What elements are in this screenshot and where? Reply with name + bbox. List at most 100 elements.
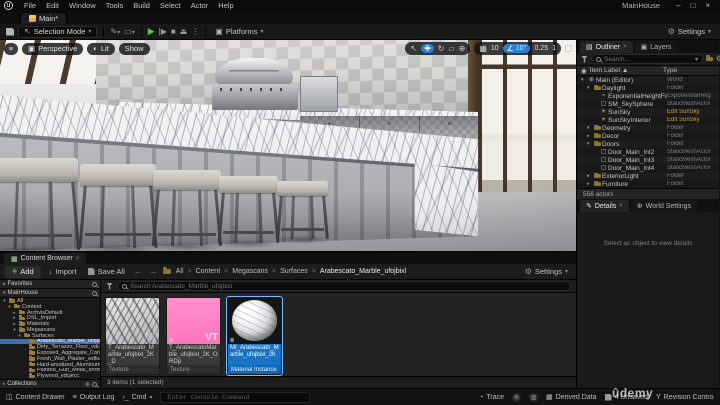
select-tool-icon[interactable]: ↖ <box>410 44 417 53</box>
camera-speed-value[interactable]: 1 <box>552 45 556 52</box>
expand-arrow-icon[interactable]: ▾ <box>587 125 593 131</box>
perspective-dropdown[interactable]: ▣ Perspective <box>22 43 83 55</box>
asset-search-input[interactable] <box>130 283 566 290</box>
maximize-icon[interactable]: □ <box>690 1 695 10</box>
expand-arrow-icon[interactable]: ▾ <box>17 333 22 339</box>
menu-window[interactable]: Window <box>64 1 101 10</box>
view-mode-dropdown[interactable]: ◐ Lit <box>87 43 114 55</box>
move-tool-icon[interactable]: ✚ <box>421 44 434 53</box>
trace-channels-icon[interactable]: ▥ <box>529 393 538 402</box>
menu-tools[interactable]: Tools <box>101 1 129 10</box>
import-button[interactable]: ↓ Import <box>46 267 80 276</box>
breadcrumb-item[interactable]: Surfaces <box>280 268 308 275</box>
breadcrumb-item[interactable]: Megascans <box>232 268 268 275</box>
scale-tool-icon[interactable]: ▱ <box>448 44 454 53</box>
outliner-row[interactable]: ExponentialHeightFogExponentialHeig <box>577 92 719 100</box>
add-button[interactable]: + Add <box>5 266 41 278</box>
expand-arrow-icon[interactable]: ▾ <box>587 141 593 147</box>
level-tab-main[interactable]: Main* <box>20 12 67 24</box>
grid-snap-value[interactable]: 10 <box>491 45 499 52</box>
console-command-input[interactable] <box>165 393 305 402</box>
outliner-search-box[interactable]: ▾ <box>591 54 703 64</box>
stop-button[interactable]: ■ <box>171 27 176 36</box>
save-all-button[interactable]: Save All <box>85 267 128 276</box>
forward-icon[interactable]: → <box>148 267 158 276</box>
close-icon[interactable]: × <box>76 256 80 262</box>
tab-details[interactable]: ✎ Details × <box>580 200 629 212</box>
search-icon[interactable] <box>92 282 97 287</box>
rotation-snap-toggle[interactable]: ∠10° <box>503 44 531 53</box>
outliner-row[interactable]: ▾Main (Editor)World <box>577 76 719 84</box>
viewport-menu-icon[interactable]: ≡ <box>4 43 18 55</box>
expand-arrow-icon[interactable]: ▸ <box>587 133 593 139</box>
derived-data-button[interactable]: ▦ Derived Data <box>546 393 596 401</box>
asset-tile[interactable]: VTT_ArabescatoMarble_ufojbixl_2K_ORDpTex… <box>166 297 221 375</box>
cb-settings-dropdown[interactable]: ⚙ Settings ▾ <box>522 267 571 276</box>
save-icon[interactable] <box>6 28 14 36</box>
favorites-header[interactable]: ▸ Favorites <box>0 280 100 289</box>
revision-control-button[interactable]: Y Revision Control <box>656 394 714 401</box>
rotate-tool-icon[interactable]: ↻ <box>438 44 445 53</box>
asset-search-box[interactable] <box>117 281 571 291</box>
tab-layers[interactable]: ▣ Layers <box>635 41 678 53</box>
outliner-row[interactable]: Door_Main_Int2StaticMeshActor <box>577 148 719 156</box>
grid-snap-icon[interactable]: ▦ <box>479 44 487 53</box>
settings-dropdown[interactable]: ⚙ Settings ▾ <box>665 27 714 36</box>
close-icon[interactable]: × <box>623 44 627 50</box>
cinematics-dropdown[interactable]: ▭▾ <box>124 27 135 36</box>
frame-skip-button[interactable]: |▶ <box>159 27 167 36</box>
maximize-viewport-icon[interactable] <box>565 45 572 52</box>
add-collection-icon[interactable]: ⊕ <box>85 381 90 388</box>
unreal-logo-icon[interactable]: u <box>4 1 13 10</box>
selection-mode-dropdown[interactable]: ↖ Selection Mode ▾ <box>18 26 97 38</box>
back-icon[interactable]: ← <box>133 267 143 276</box>
menu-build[interactable]: Build <box>128 1 155 10</box>
outliner-row[interactable]: ▸FurnitureFolder <box>577 180 719 188</box>
search-icon[interactable] <box>92 382 97 387</box>
menu-edit[interactable]: Edit <box>41 1 64 10</box>
minimize-icon[interactable]: – <box>676 1 680 10</box>
show-dropdown[interactable]: Show <box>119 43 150 55</box>
content-browser-tab[interactable]: ▦ Content Browser × <box>4 253 86 264</box>
expand-arrow-icon[interactable]: ▾ <box>587 85 593 91</box>
new-folder-icon[interactable] <box>706 57 713 61</box>
outliner-row[interactable]: Door_Main_Int3StaticMeshActor <box>577 156 719 164</box>
collections-header[interactable]: ▸ Collections ⊕ <box>0 379 100 388</box>
trace-status-icon[interactable]: ⊕ <box>512 393 521 402</box>
breadcrumb-item[interactable]: Arabescato_Marble_ufojbixl <box>320 268 406 275</box>
outliner-row[interactable]: ▾GeometryFolder <box>577 124 719 132</box>
menu-file[interactable]: File <box>19 1 41 10</box>
outliner-search-input[interactable] <box>604 56 692 63</box>
filter-icon[interactable] <box>106 283 113 290</box>
item-label-column[interactable]: Item Label ▲ <box>590 67 660 74</box>
outliner-item-type[interactable]: Edit SunSky <box>667 117 719 123</box>
expand-arrow-icon[interactable]: ▸ <box>587 173 593 179</box>
filter-icon[interactable] <box>581 56 588 63</box>
outliner-row[interactable]: Door_Main_Int4StaticMeshActor <box>577 164 719 172</box>
outliner-item-type[interactable]: Edit SunSky <box>667 109 719 115</box>
level-viewport[interactable]: ≡ ▣ Perspective ◐ Lit Show ↖ <box>0 40 576 251</box>
menu-actor[interactable]: Actor <box>186 1 214 10</box>
asset-tile[interactable]: MI_Arabescato_Marble_ufojbixl_2KMaterial… <box>227 297 282 375</box>
breadcrumb-item[interactable]: Content <box>196 268 221 275</box>
asset-tile[interactable]: VTT_Arabescato_Marble_ufojbixl_2K_DTextu… <box>105 297 160 375</box>
play-button[interactable]: ▶ <box>148 26 155 37</box>
type-column[interactable]: Type <box>663 67 715 74</box>
close-icon[interactable]: × <box>705 1 710 10</box>
console-command-box[interactable] <box>160 392 310 403</box>
play-options-icon[interactable]: ⋮ <box>191 27 199 36</box>
scale-snap-value[interactable]: 0.25 <box>534 45 548 52</box>
close-icon[interactable]: × <box>619 203 623 209</box>
breadcrumb-item[interactable]: All <box>176 268 184 275</box>
tab-world-settings[interactable]: ⊕ World Settings <box>631 200 697 212</box>
content-drawer-button[interactable]: ◫ Content Drawer <box>6 393 65 401</box>
outliner-row[interactable]: ▸DecorFolder <box>577 132 719 140</box>
project-header[interactable]: ▾ MainHouse <box>0 289 100 298</box>
blueprints-dropdown[interactable]: ✎▾ <box>110 27 120 36</box>
visibility-eye-icon[interactable]: ◉ <box>581 67 587 75</box>
outliner-row[interactable]: SM_SkySphereStaticMeshActor <box>577 100 719 108</box>
outliner-row[interactable]: SunSkyEdit SunSky <box>577 108 719 116</box>
outliner-row[interactable]: SunSkyInteriorEdit SunSky <box>577 116 719 124</box>
cmd-dropdown[interactable]: ›_ Cmd ▾ <box>122 394 152 401</box>
menu-select[interactable]: Select <box>155 1 186 10</box>
